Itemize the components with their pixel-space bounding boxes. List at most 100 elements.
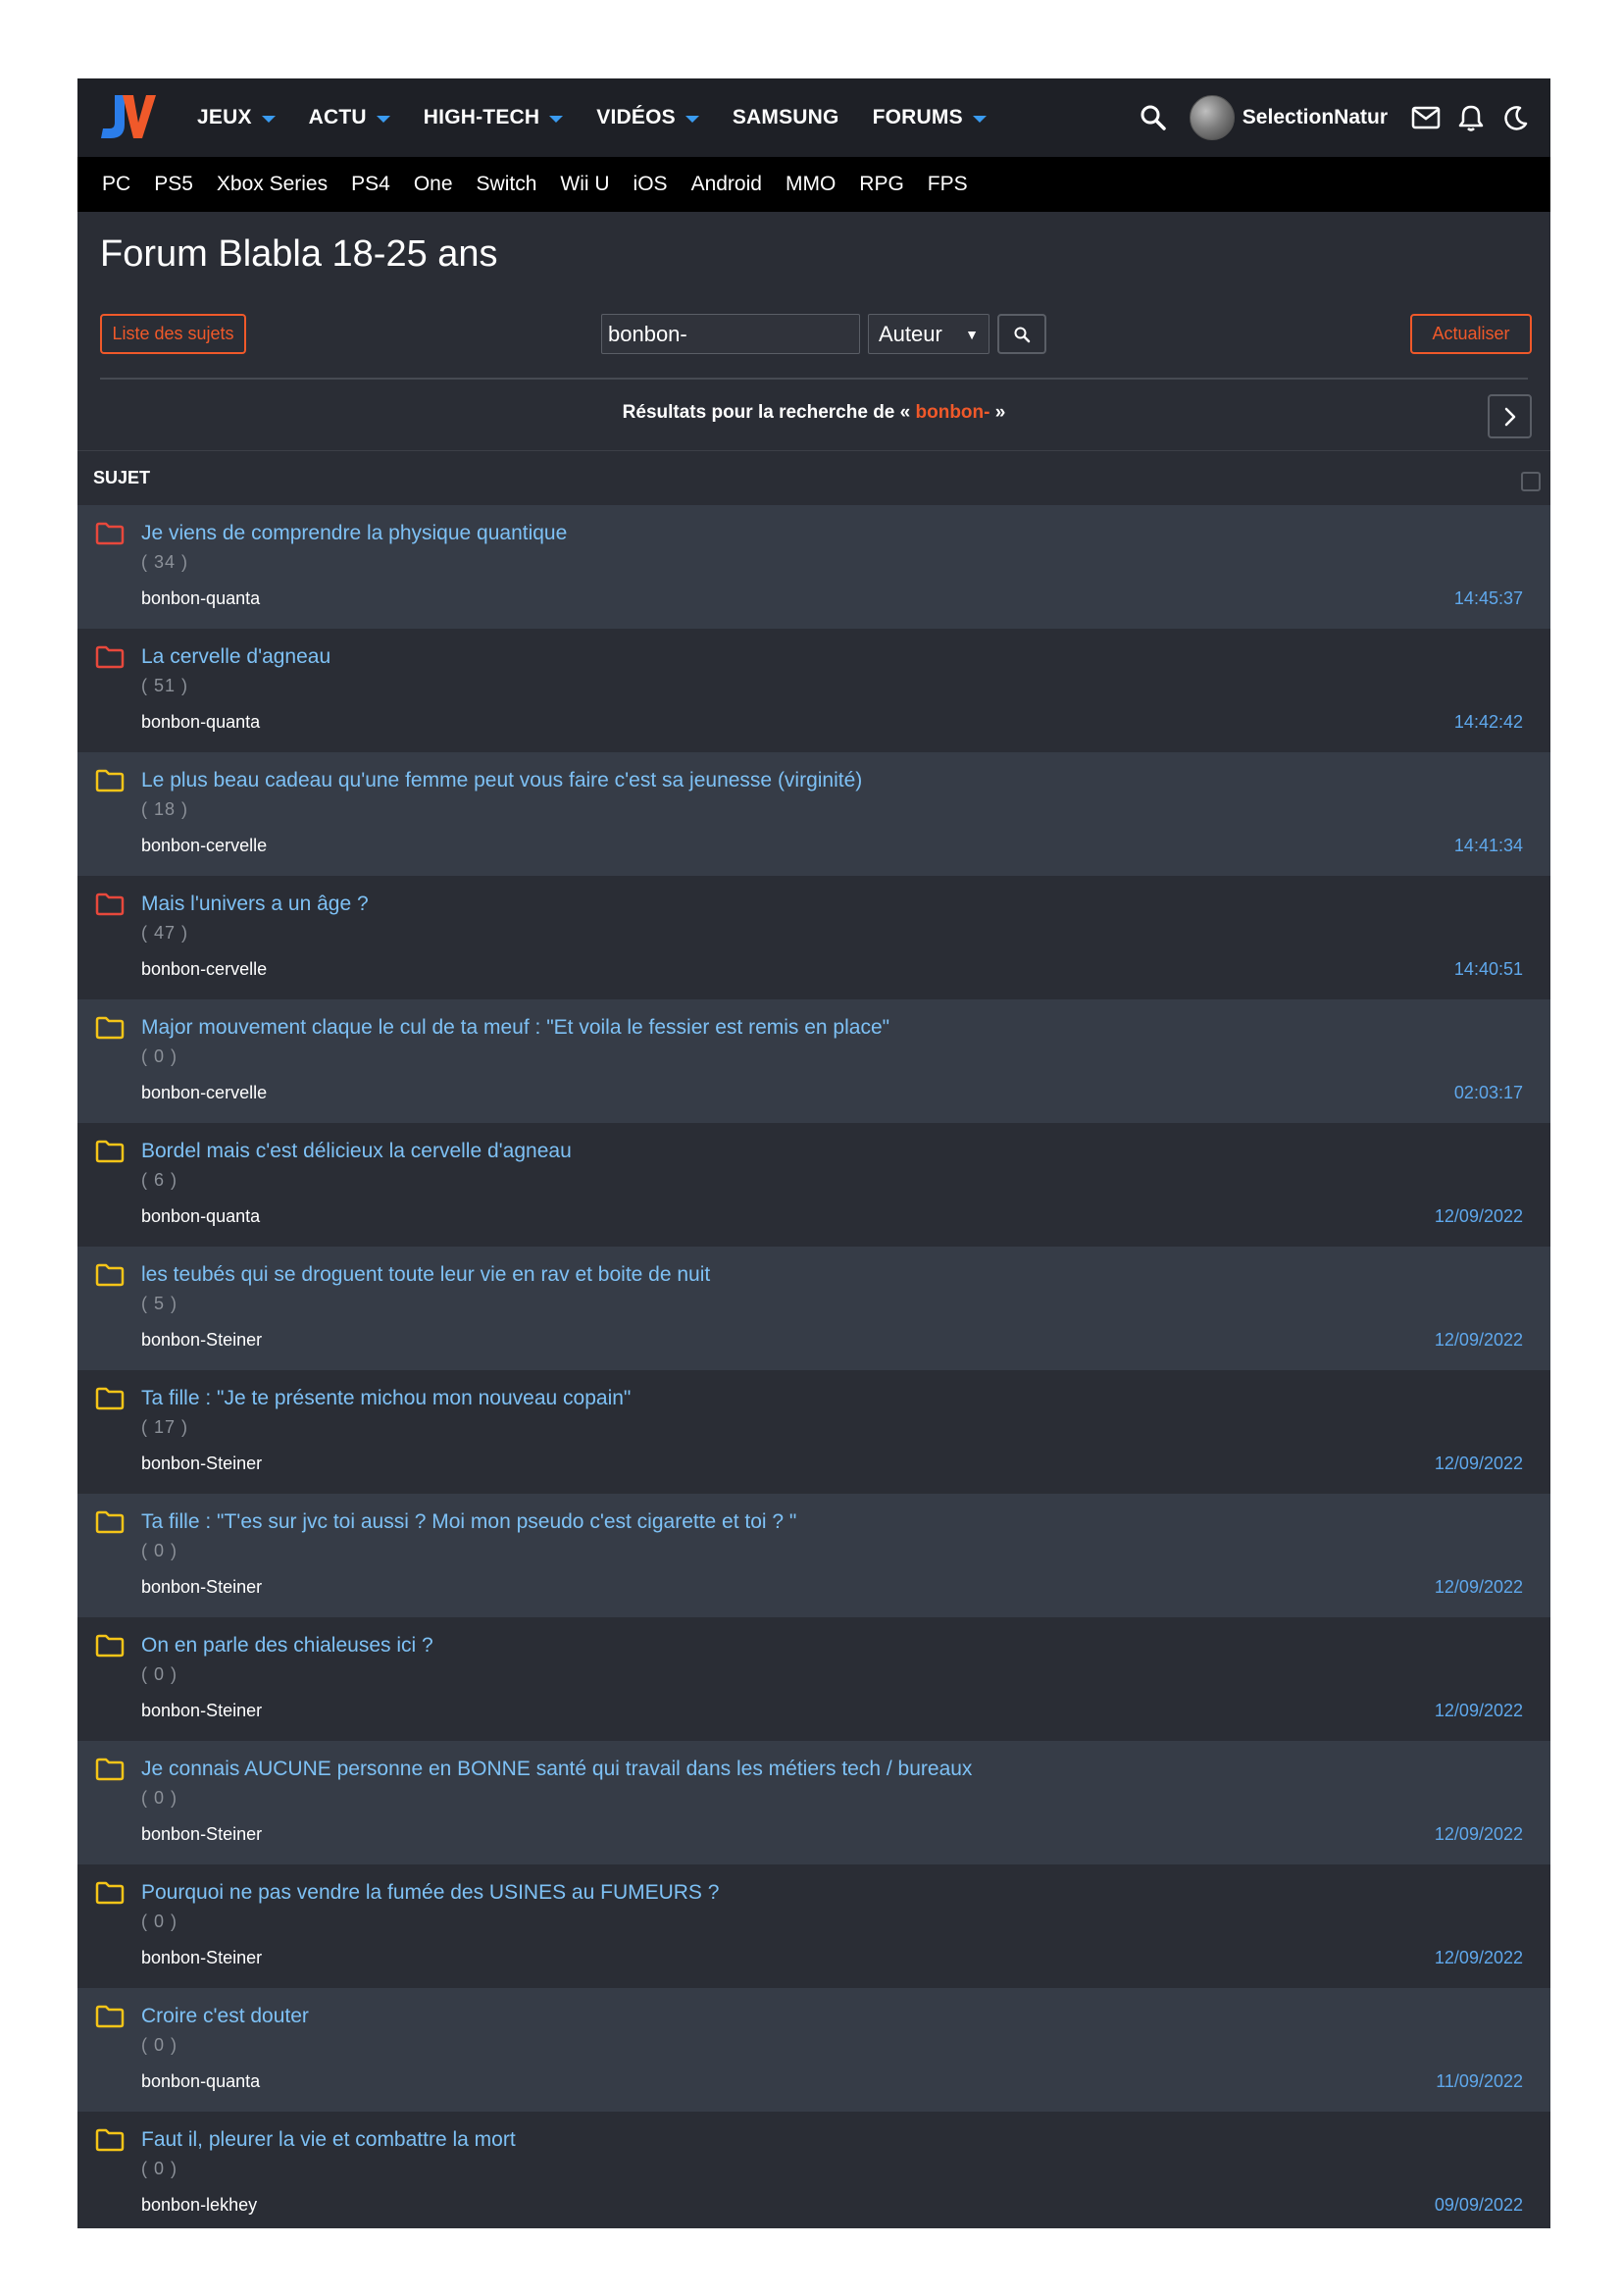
- topic-list-button[interactable]: Liste des sujets: [100, 314, 246, 354]
- refresh-button[interactable]: Actualiser: [1410, 314, 1532, 354]
- topic-title-link[interactable]: On en parle des chialeuses ici ?: [141, 1634, 433, 1658]
- topic-reply-count: ( 0 ): [141, 1788, 178, 1808]
- topic-reply-count: ( 18 ): [141, 799, 189, 819]
- topic-author[interactable]: bonbon-Steiner: [141, 1330, 262, 1351]
- platform-link[interactable]: One: [414, 173, 453, 196]
- avatar[interactable]: [1189, 95, 1235, 140]
- topic-author[interactable]: bonbon-cervelle: [141, 959, 267, 980]
- menu-item-label: SAMSUNG: [732, 106, 839, 128]
- topic-author[interactable]: bonbon-Steiner: [141, 1454, 262, 1474]
- page-title: Forum Blabla 18-25 ans: [100, 233, 498, 275]
- platform-link[interactable]: PS5: [154, 173, 193, 196]
- platform-link[interactable]: Android: [691, 173, 762, 196]
- topic-reply-count: ( 6 ): [141, 1170, 178, 1190]
- topic-title-link[interactable]: La cervelle d'agneau: [141, 645, 330, 669]
- topic-author[interactable]: bonbon-lekhey: [141, 2195, 257, 2216]
- topic-title-link[interactable]: Je connais AUCUNE personne en BONNE sant…: [141, 1758, 972, 1781]
- topic-row: Je connais AUCUNE personne en BONNE sant…: [77, 1741, 1550, 1864]
- topic-title-link[interactable]: Je viens de comprendre la physique quant…: [141, 522, 567, 545]
- results-prefix: Résultats pour la recherche de «: [622, 402, 911, 423]
- topic-author[interactable]: bonbon-quanta: [141, 2071, 260, 2092]
- folder-hot-icon: [95, 645, 125, 669]
- topic-title-link[interactable]: Major mouvement claque le cul de ta meuf…: [141, 1016, 889, 1040]
- platform-link[interactable]: FPS: [928, 173, 968, 196]
- menu-item-label: ACTU: [308, 106, 367, 128]
- topic-reply-count: ( 0 ): [141, 2035, 178, 2055]
- menu-item-1[interactable]: ACTU: [309, 106, 390, 129]
- search-icon: [1014, 327, 1031, 342]
- menu-item-3[interactable]: VIDÉOS: [596, 106, 699, 129]
- topic-title-link[interactable]: les teubés qui se droguent toute leur vi…: [141, 1263, 710, 1287]
- topic-author[interactable]: bonbon-Steiner: [141, 1824, 262, 1845]
- menu-item-0[interactable]: JEUX: [197, 106, 276, 129]
- chevron-down-icon: [261, 115, 276, 123]
- topic-reply-count: ( 34 ): [141, 552, 189, 572]
- top-navigation: JEUX ACTU HIGH-TECH VIDÉOS SAMSUNG FORUMS Sel…: [77, 78, 1550, 157]
- topic-row: Pourquoi ne pas vendre la fumée des USIN…: [77, 1864, 1550, 1988]
- topic-author[interactable]: bonbon-quanta: [141, 1206, 260, 1227]
- topic-title-link[interactable]: Le plus beau cadeau qu'une femme peut vo…: [141, 769, 862, 792]
- folder-icon: [95, 1016, 125, 1040]
- topic-reply-count: ( 17 ): [141, 1417, 189, 1437]
- platform-link[interactable]: RPG: [859, 173, 904, 196]
- menu-item-5[interactable]: FORUMS: [873, 106, 987, 129]
- search-results-caption: Résultats pour la recherche de « bonbon-…: [77, 402, 1550, 424]
- menu-item-2[interactable]: HIGH-TECH: [424, 106, 564, 129]
- topic-author[interactable]: bonbon-Steiner: [141, 1948, 262, 1968]
- topic-author[interactable]: bonbon-quanta: [141, 712, 260, 733]
- menu-item-label: VIDÉOS: [596, 106, 676, 128]
- topic-reply-count: ( 51 ): [141, 676, 189, 695]
- platform-link[interactable]: MMO: [786, 173, 836, 196]
- username[interactable]: SelectionNatur: [1243, 106, 1388, 129]
- platform-link[interactable]: Xbox Series: [217, 173, 328, 196]
- topic-title-link[interactable]: Ta fille : "Je te présente michou mon no…: [141, 1387, 631, 1410]
- mail-icon[interactable]: [1411, 103, 1441, 132]
- results-term: bonbon-: [915, 402, 990, 423]
- search-input[interactable]: [601, 314, 860, 354]
- platform-link[interactable]: Switch: [477, 173, 537, 196]
- topic-title-link[interactable]: Faut il, pleurer la vie et combattre la …: [141, 2128, 516, 2152]
- topic-timestamp: 14:42:42: [1453, 712, 1523, 732]
- select-all-checkbox[interactable]: [1521, 472, 1541, 491]
- divider: [77, 450, 1550, 451]
- folder-icon: [95, 1387, 125, 1410]
- topic-title-link[interactable]: Mais l'univers a un âge ?: [141, 893, 369, 916]
- platform-link[interactable]: PS4: [351, 173, 390, 196]
- search-mode-value: Auteur: [879, 321, 942, 346]
- topic-timestamp: 14:40:51: [1453, 959, 1523, 979]
- site-logo[interactable]: [97, 91, 156, 142]
- moon-icon[interactable]: [1501, 103, 1531, 132]
- platform-link[interactable]: Wii U: [560, 173, 609, 196]
- topic-row: La cervelle d'agneau ( 51 ) bonbon-quanta 1…: [77, 629, 1550, 752]
- topic-list: Je viens de comprendre la physique quant…: [77, 505, 1550, 2228]
- topic-author[interactable]: bonbon-quanta: [141, 588, 260, 609]
- platform-link[interactable]: PC: [102, 173, 130, 196]
- topic-title-link[interactable]: Ta fille : "T'es sur jvc toi aussi ? Moi…: [141, 1510, 796, 1534]
- topic-title-link[interactable]: Bordel mais c'est délicieux la cervelle …: [141, 1140, 572, 1163]
- folder-icon: [95, 1881, 125, 1905]
- topic-row: On en parle des chialeuses ici ? ( 0 ) bon…: [77, 1617, 1550, 1741]
- topic-row: Faut il, pleurer la vie et combattre la …: [77, 2112, 1550, 2228]
- topic-reply-count: ( 0 ): [141, 2159, 178, 2178]
- topic-title-link[interactable]: Croire c'est douter: [141, 2005, 309, 2028]
- topic-reply-count: ( 0 ): [141, 1046, 178, 1066]
- folder-icon: [95, 1758, 125, 1781]
- topic-author[interactable]: bonbon-cervelle: [141, 836, 267, 856]
- folder-icon: [95, 1263, 125, 1287]
- topic-title-link[interactable]: Pourquoi ne pas vendre la fumée des USIN…: [141, 1881, 719, 1905]
- topic-author[interactable]: bonbon-Steiner: [141, 1701, 262, 1721]
- menu-item-label: JEUX: [197, 106, 252, 128]
- topic-timestamp: 14:45:37: [1453, 588, 1523, 608]
- topic-author[interactable]: bonbon-Steiner: [141, 1577, 262, 1598]
- next-page-button[interactable]: [1488, 394, 1532, 438]
- search-mode-select[interactable]: Auteur ▼: [868, 314, 989, 354]
- menu-item-4[interactable]: SAMSUNG: [733, 106, 839, 129]
- folder-hot-icon: [95, 522, 125, 545]
- bell-icon[interactable]: [1456, 103, 1486, 132]
- topic-reply-count: ( 5 ): [141, 1294, 178, 1313]
- search-submit-button[interactable]: [997, 314, 1046, 354]
- search-icon[interactable]: [1139, 103, 1168, 132]
- platform-link[interactable]: iOS: [634, 173, 668, 196]
- topic-author[interactable]: bonbon-cervelle: [141, 1083, 267, 1103]
- topic-row: Ta fille : "Je te présente michou mon no…: [77, 1370, 1550, 1494]
